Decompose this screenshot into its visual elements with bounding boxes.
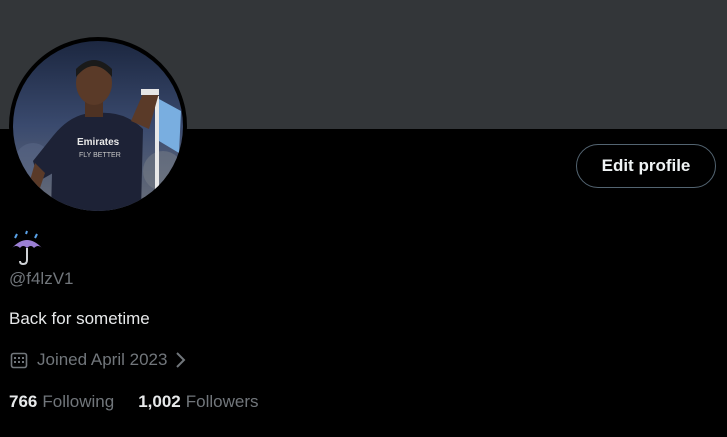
svg-text:FLY BETTER: FLY BETTER: [79, 152, 121, 159]
edit-profile-button[interactable]: Edit profile: [576, 144, 716, 188]
followers-link[interactable]: 1,002 Followers: [138, 392, 258, 412]
svg-text:Emirates: Emirates: [77, 137, 120, 148]
follow-stats: 766 Following 1,002 Followers: [9, 392, 258, 412]
profile-bio: Back for sometime: [9, 309, 150, 328]
profile-handle: @f4lzV1: [9, 269, 74, 288]
following-label: Following: [42, 392, 115, 411]
chevron-right-icon[interactable]: [175, 350, 187, 370]
following-count: 766: [9, 392, 38, 411]
display-name-umbrella-icon: [9, 230, 45, 266]
joined-label: Joined April 2023: [37, 350, 168, 369]
joined-date[interactable]: Joined April 2023: [9, 348, 187, 372]
followers-label: Followers: [185, 392, 259, 411]
followers-count: 1,002: [138, 392, 181, 411]
following-link[interactable]: 766 Following: [9, 392, 114, 412]
calendar-icon: [9, 350, 29, 370]
avatar-frame: Emirates FLY BETTER: [9, 37, 187, 215]
avatar[interactable]: Emirates FLY BETTER: [13, 41, 183, 211]
